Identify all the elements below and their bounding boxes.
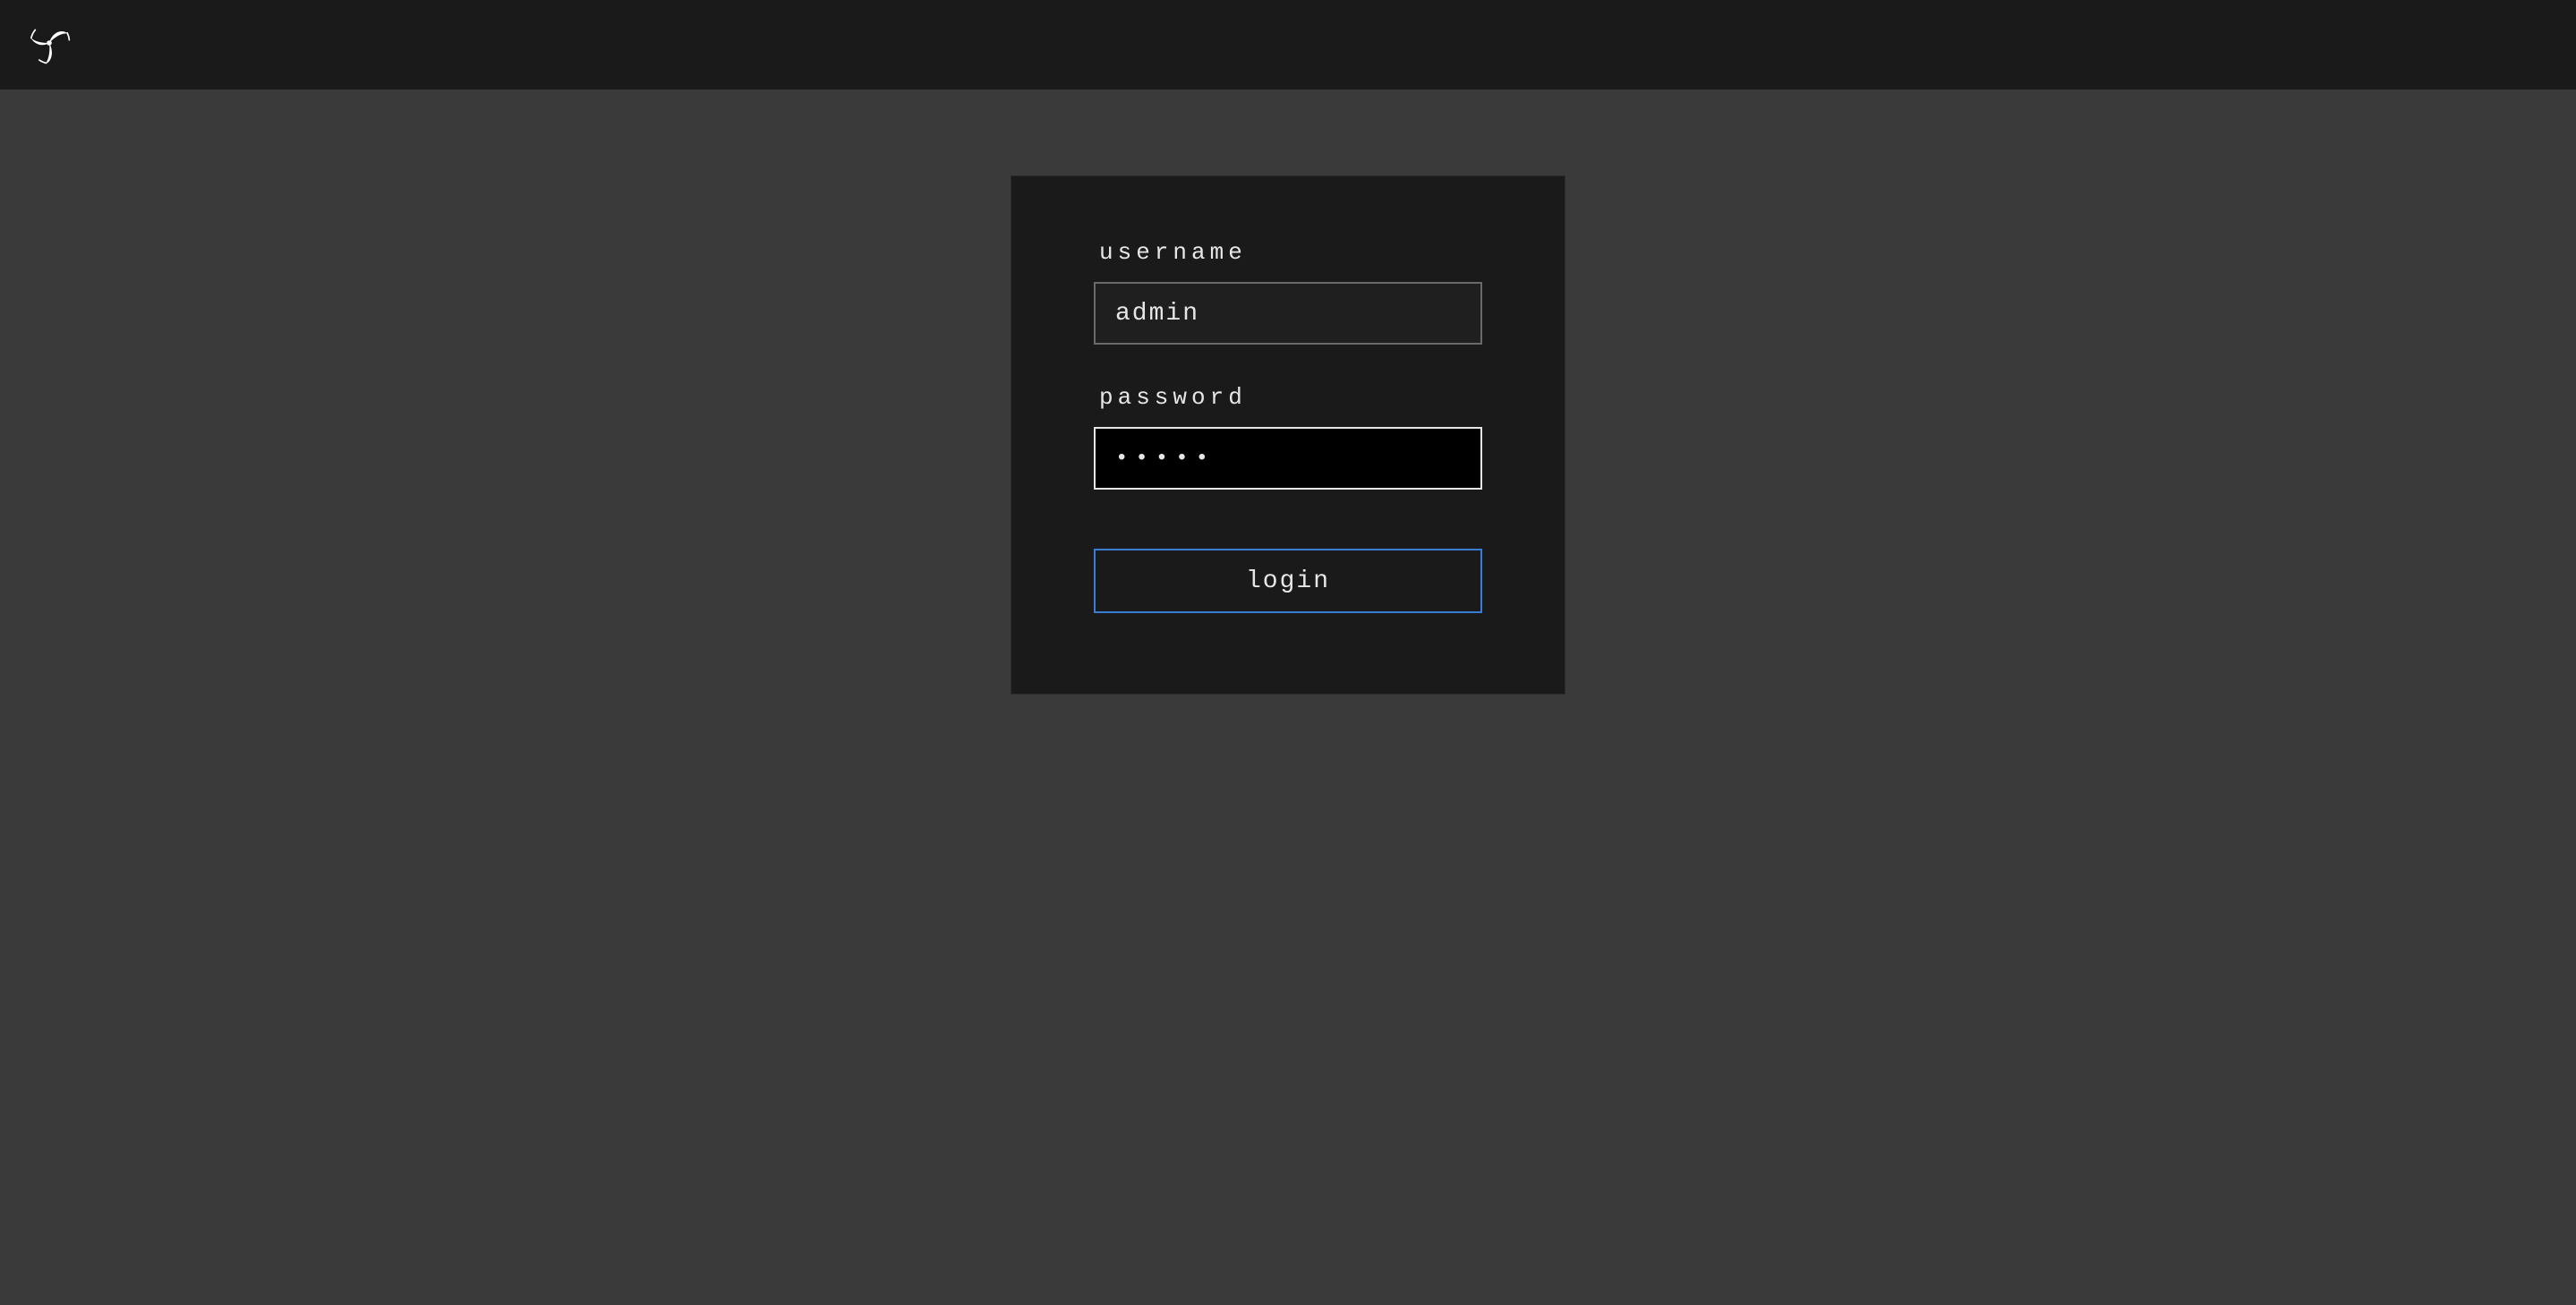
app-logo[interactable] xyxy=(18,13,81,76)
password-group: password xyxy=(1094,384,1482,490)
password-label: password xyxy=(1099,384,1482,411)
app-header xyxy=(0,0,2576,90)
login-button[interactable]: login xyxy=(1094,549,1482,613)
password-input[interactable] xyxy=(1094,427,1482,490)
propeller-icon xyxy=(24,18,74,72)
login-panel: username password login xyxy=(1011,175,1565,695)
main-content: username password login xyxy=(0,90,2576,695)
username-label: username xyxy=(1099,239,1482,266)
username-input[interactable] xyxy=(1094,282,1482,345)
username-group: username xyxy=(1094,239,1482,345)
